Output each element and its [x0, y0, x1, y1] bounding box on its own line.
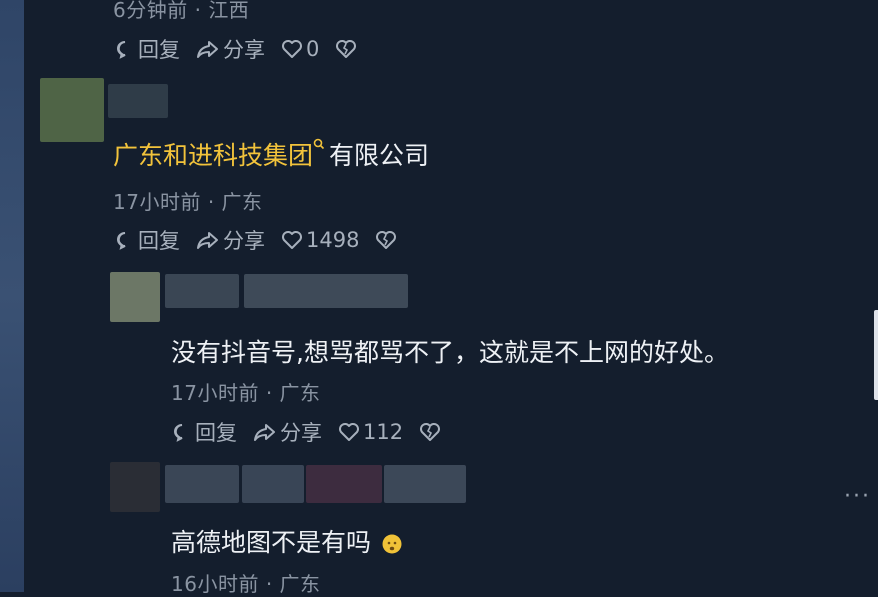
comment-actions: 回复 分享 0 [115, 34, 357, 64]
comment-meta: 17小时前 · 广东 [171, 377, 321, 406]
reply-label: 回复 [195, 421, 237, 445]
like-count: 0 [306, 37, 320, 61]
like-button[interactable]: 112 [338, 420, 403, 444]
broken-heart-icon [420, 423, 441, 441]
avatar[interactable] [110, 462, 160, 512]
share-button[interactable]: 分享 [196, 34, 265, 64]
username-blurred[interactable] [242, 465, 304, 503]
heart-icon [339, 423, 359, 441]
dislike-button[interactable] [375, 230, 397, 250]
meta-separator: · [265, 572, 273, 596]
comment-location: 广东 [279, 381, 321, 405]
comment-time: 17小时前 [113, 190, 201, 214]
comment-icon [174, 424, 183, 442]
comment-location: 广东 [279, 572, 321, 596]
comment-text: 没有抖音号,想骂都骂不了，这就是不上网的好处。 [171, 338, 729, 367]
username-blurred[interactable] [244, 274, 408, 308]
comment-meta: 6分钟前 · 江西 [113, 0, 249, 23]
share-arrow-icon [197, 232, 218, 249]
share-label: 分享 [223, 229, 265, 253]
reply-button[interactable]: 回复 [172, 417, 237, 447]
comment-text: 广东和进科技集团 有限公司 [113, 136, 429, 172]
broken-heart-icon [376, 231, 397, 249]
broken-heart-icon [336, 40, 357, 58]
like-count: 112 [363, 420, 404, 444]
username-blurred[interactable] [306, 465, 382, 503]
comment-meta: 17小时前 · 广东 [113, 186, 263, 215]
reply-button[interactable]: 回复 [115, 34, 180, 64]
left-edge-strip [0, 0, 24, 592]
comment-location: 江西 [208, 0, 250, 22]
search-icon[interactable] [313, 138, 325, 154]
username-blurred[interactable] [165, 274, 239, 308]
like-button[interactable]: 1498 [281, 228, 359, 252]
username-blurred[interactable] [165, 465, 239, 503]
meta-separator: · [265, 381, 273, 405]
comment-icon [117, 41, 126, 59]
heart-icon [282, 231, 302, 249]
comment-actions: 回复 分享 112 [172, 417, 441, 447]
avatar[interactable] [110, 272, 160, 322]
comment-icon [117, 232, 126, 250]
comment-text-body: 高德地图不是有吗 [171, 528, 372, 557]
meta-separator: · [207, 190, 215, 214]
reply-button[interactable]: 回复 [115, 225, 180, 255]
scrollbar[interactable] [874, 310, 878, 400]
comment-text: 高德地图不是有吗 [171, 523, 403, 559]
more-options-button[interactable]: ··· [844, 484, 871, 509]
share-label: 分享 [223, 38, 265, 62]
meta-separator: · [194, 0, 202, 22]
like-button[interactable]: 0 [281, 37, 319, 61]
emoji-icon [382, 534, 402, 554]
comment-time: 6分钟前 [113, 0, 188, 22]
share-button[interactable]: 分享 [253, 417, 322, 447]
reply-label: 回复 [138, 229, 180, 253]
avatar[interactable] [40, 78, 104, 142]
dislike-button[interactable] [335, 39, 357, 59]
comment-time: 17小时前 [171, 381, 259, 405]
username-blurred[interactable] [384, 465, 466, 503]
heart-icon [282, 40, 302, 58]
share-arrow-icon [254, 424, 275, 441]
share-arrow-icon [197, 41, 218, 58]
like-count: 1498 [306, 228, 360, 252]
search-highlight-link[interactable]: 广东和进科技集团 [113, 141, 313, 170]
comment-location: 广东 [221, 190, 263, 214]
comment-text-rest: 有限公司 [329, 141, 430, 170]
dislike-button[interactable] [419, 422, 441, 442]
comment-actions: 回复 分享 1498 [115, 225, 397, 255]
share-label: 分享 [280, 421, 322, 445]
comment-meta: 16小时前 · 广东 [171, 568, 321, 597]
share-button[interactable]: 分享 [196, 225, 265, 255]
reply-label: 回复 [138, 38, 180, 62]
comment-time: 16小时前 [171, 572, 259, 596]
username-blurred[interactable] [108, 84, 168, 118]
